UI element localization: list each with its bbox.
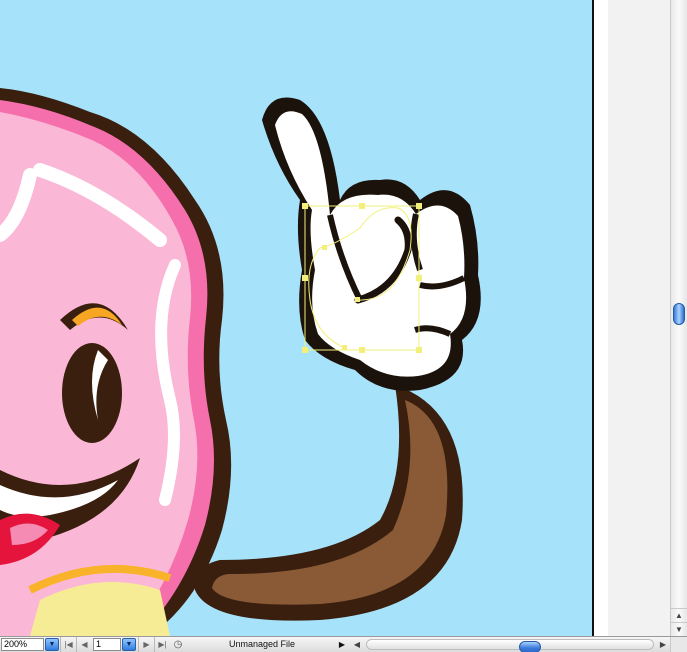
vertical-scrollbar[interactable]: ▲ ▼: [670, 0, 687, 636]
handle-top-left[interactable]: [302, 203, 308, 209]
first-page-icon: |◀: [64, 640, 73, 649]
handle-bottom-right[interactable]: [416, 347, 422, 353]
zoom-level-field[interactable]: 200%: [1, 638, 44, 651]
horizontal-scrollbar[interactable]: ◀ ▶: [350, 637, 670, 652]
clock-icon[interactable]: ◷: [172, 637, 184, 652]
handle-top-middle[interactable]: [359, 203, 365, 209]
status-bar: 200% ▼ |◀ ◀ 1 ▼ ▶ ▶| ◷ Unmanaged File ▶ …: [0, 636, 687, 652]
handle-top-right[interactable]: [416, 203, 422, 209]
next-page-button[interactable]: ▶: [138, 637, 154, 652]
scroll-right-arrow-icon[interactable]: ▶: [656, 637, 670, 652]
triangle-down-icon: ▼: [48, 641, 56, 648]
page-menu-button[interactable]: ▼: [122, 638, 136, 651]
anchor-point[interactable]: [355, 297, 360, 302]
artboard[interactable]: [0, 0, 593, 636]
anchor-point[interactable]: [342, 345, 347, 350]
pasteboard-gray: [608, 0, 670, 636]
scroll-down-arrow-icon[interactable]: ▼: [671, 622, 687, 636]
scroll-left-arrow-icon[interactable]: ◀: [350, 637, 364, 652]
cupcake-character[interactable]: [0, 88, 232, 636]
pasteboard: [594, 0, 608, 636]
status-text[interactable]: Unmanaged File: [188, 637, 336, 652]
scrollbar-corner: [670, 637, 687, 652]
last-page-icon: ▶|: [158, 640, 167, 649]
handle-middle-left[interactable]: [302, 275, 308, 281]
handle-bottom-left[interactable]: [302, 347, 308, 353]
artwork-illustration: [0, 88, 481, 636]
eye: [62, 343, 122, 443]
scroll-up-arrow-icon[interactable]: ▲: [671, 608, 687, 622]
triangle-down-icon: ▼: [125, 641, 133, 648]
next-page-icon: ▶: [143, 640, 150, 649]
zoom-menu-button[interactable]: ▼: [45, 638, 59, 651]
page-number-field[interactable]: 1: [93, 638, 121, 651]
document-canvas[interactable]: [0, 0, 670, 636]
anchor-point[interactable]: [322, 245, 327, 250]
prev-page-icon: ◀: [81, 640, 88, 649]
handle-bottom-middle[interactable]: [359, 347, 365, 353]
handle-middle-right[interactable]: [416, 275, 422, 281]
horizontal-scroll-track[interactable]: [366, 639, 654, 652]
first-page-button[interactable]: |◀: [60, 637, 76, 652]
previous-page-button[interactable]: ◀: [76, 637, 92, 652]
vertical-scroll-thumb[interactable]: [673, 303, 685, 325]
arm-and-hand[interactable]: [195, 97, 481, 621]
horizontal-scroll-thumb[interactable]: [519, 641, 541, 652]
last-page-button[interactable]: ▶|: [154, 637, 170, 652]
status-menu-arrow-icon[interactable]: ▶: [337, 637, 347, 652]
